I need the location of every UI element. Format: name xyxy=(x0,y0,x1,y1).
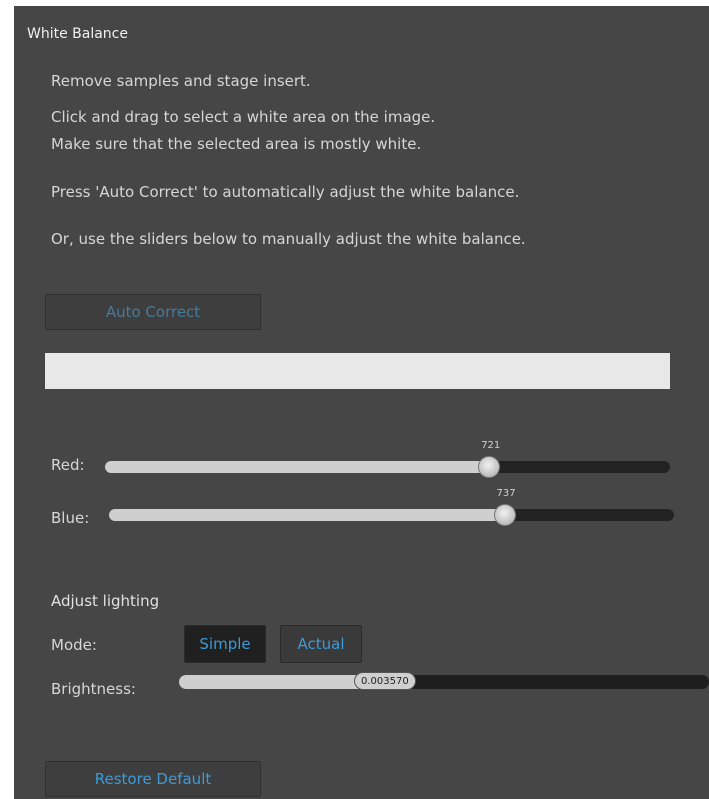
panel-title: White Balance xyxy=(27,26,128,42)
mode-simple-button[interactable]: Simple xyxy=(184,625,266,663)
instruction-remove-samples: Remove samples and stage insert. xyxy=(51,72,311,90)
instruction-auto-correct: Press 'Auto Correct' to automatically ad… xyxy=(51,183,520,201)
blue-slider[interactable] xyxy=(109,509,674,521)
brightness-label: Brightness: xyxy=(51,680,136,698)
auto-correct-button[interactable]: Auto Correct xyxy=(45,294,261,330)
red-slider-fill xyxy=(105,461,490,473)
white-sample-swatch xyxy=(45,353,670,389)
adjust-lighting-heading: Adjust lighting xyxy=(51,592,160,610)
instruction-sliders: Or, use the sliders below to manually ad… xyxy=(51,230,526,248)
red-slider[interactable] xyxy=(105,461,670,473)
instruction-click-drag: Click and drag to select a white area on… xyxy=(51,108,436,126)
blue-slider-label: Blue: xyxy=(51,509,90,527)
red-slider-label: Red: xyxy=(51,456,85,474)
blue-slider-fill xyxy=(109,509,505,521)
restore-default-button[interactable]: Restore Default xyxy=(45,761,261,797)
red-slider-thumb[interactable] xyxy=(478,456,501,478)
brightness-slider-fill xyxy=(179,675,371,689)
red-slider-value: 721 xyxy=(481,440,501,451)
blue-slider-value: 737 xyxy=(496,488,516,499)
mode-actual-button[interactable]: Actual xyxy=(280,625,362,663)
brightness-slider[interactable] xyxy=(179,675,709,689)
white-balance-panel: White Balance Remove samples and stage i… xyxy=(14,6,709,799)
mode-label: Mode: xyxy=(51,636,97,654)
brightness-value[interactable]: 0.003570 xyxy=(354,672,416,690)
instruction-mostly-white: Make sure that the selected area is most… xyxy=(51,135,422,153)
blue-slider-thumb[interactable] xyxy=(493,504,516,526)
